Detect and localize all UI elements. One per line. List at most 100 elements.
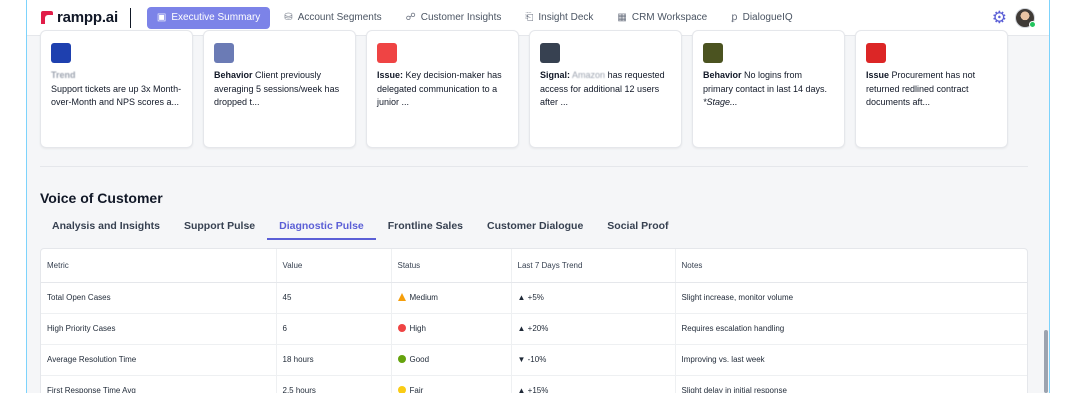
value-cell: 6 xyxy=(275,313,391,345)
status-label: Good xyxy=(409,355,430,364)
redacted-company-name: Amazon xyxy=(572,70,606,80)
table-row[interactable]: High Priority Cases 6 High ▲ +20% Requires e… xyxy=(41,313,1027,345)
card-prefix: Trend xyxy=(51,70,76,80)
section-divider xyxy=(40,166,1028,167)
metric-cell: Average Resolution Time xyxy=(41,344,276,376)
nav-item-dialogueiq[interactable]: ꝑ DialogueIQ xyxy=(721,7,802,29)
brand-name: rampp.ai xyxy=(57,9,118,26)
status-label: Fair xyxy=(409,386,424,393)
card-text: Issue: Key decision-maker has delegated … xyxy=(377,69,508,110)
card-prefix: Behavior xyxy=(703,70,742,80)
insight-card[interactable]: Trend Support tickets are up 3x Month-ove… xyxy=(40,30,193,148)
online-status-dot xyxy=(1029,20,1036,28)
notes-cell: Slight increase, monitor volume xyxy=(674,282,1027,314)
status-label: Medium xyxy=(409,293,438,302)
nav-item-label: CRM Workspace xyxy=(631,12,708,23)
value-cell: 2.5 hours xyxy=(275,375,391,393)
tab-customer-dialogue[interactable]: Customer Dialogue xyxy=(475,213,595,240)
column-header[interactable]: Notes xyxy=(674,249,1027,283)
notes-cell: Requires escalation handling xyxy=(674,313,1027,345)
trend-cell: ▲ +15% xyxy=(510,375,675,393)
metric-cell: High Priority Cases xyxy=(41,313,276,345)
column-header[interactable]: Value xyxy=(275,249,391,283)
value-cell: 45 xyxy=(275,282,391,314)
metric-cell: Total Open Cases xyxy=(41,282,276,314)
table-row[interactable]: Average Resolution Time 18 hours Good ▼ -10… xyxy=(41,344,1027,376)
insight-card[interactable]: Behavior Client previously averaging 5 s… xyxy=(203,30,356,148)
section-title: Voice of Customer xyxy=(40,190,163,206)
column-header[interactable]: Status xyxy=(390,249,511,283)
company-logo-icon xyxy=(377,43,397,63)
nav-item-label: Executive Summary xyxy=(171,12,261,23)
notes-cell: Slight delay in initial response xyxy=(674,375,1027,393)
status-cell: Fair xyxy=(390,375,511,393)
insight-card[interactable]: Signal: Amazon has requested access for … xyxy=(529,30,682,148)
nav-item-insight-deck[interactable]: ⎗ Insight Deck xyxy=(515,7,603,29)
table-row[interactable]: First Response Time Avg 2.5 hours Fair ▲ +1… xyxy=(41,375,1027,393)
warning-icon xyxy=(397,293,406,301)
metric-cell: First Response Time Avg xyxy=(41,375,276,393)
card-body: Support tickets are up 3x Month-over-Mon… xyxy=(51,83,182,108)
scrollbar-thumb[interactable] xyxy=(1044,330,1048,393)
notes-cell: Improving vs. last week xyxy=(674,344,1027,376)
avatar[interactable] xyxy=(1015,7,1036,28)
logo-mark-icon xyxy=(41,11,53,24)
red-dot-icon xyxy=(397,324,406,332)
customer-insights-icon: ☍ xyxy=(405,12,416,23)
status-cell: Good xyxy=(390,344,511,376)
status-cell: High xyxy=(390,313,511,345)
dialogueiq-icon: ꝑ xyxy=(731,12,738,23)
company-logo-icon xyxy=(866,43,886,63)
nav-item-customer-insights[interactable]: ☍ Customer Insights xyxy=(396,7,512,29)
yellow-dot-icon xyxy=(397,386,406,393)
trend-cell: ▲ +20% xyxy=(510,313,675,345)
status-label: High xyxy=(409,324,426,333)
nav-right: ⚙ xyxy=(992,7,1036,28)
company-logo-icon xyxy=(703,43,723,63)
tab-frontline-sales[interactable]: Frontline Sales xyxy=(376,213,475,240)
tab-support-pulse[interactable]: Support Pulse xyxy=(172,213,267,240)
nav-item-executive-summary[interactable]: ▣ Executive Summary xyxy=(146,6,271,29)
tab-social-proof[interactable]: Social Proof xyxy=(595,213,680,240)
table-row[interactable]: Total Open Cases 45 Medium ▲ +5% Slight incr… xyxy=(41,282,1027,314)
card-text: Behavior Client previously averaging 5 s… xyxy=(214,69,345,110)
card-prefix: Behavior xyxy=(214,70,253,80)
brand-logo[interactable]: rampp.ai xyxy=(41,9,118,26)
company-logo-icon xyxy=(51,43,71,63)
company-logo-icon xyxy=(540,43,560,63)
nav-item-label: Insight Deck xyxy=(538,12,594,23)
insight-card[interactable]: Behavior No logins from primary contact … xyxy=(692,30,845,148)
insight-deck-icon: ⎗ xyxy=(525,12,534,23)
gear-icon[interactable]: ⚙ xyxy=(992,8,1007,28)
diagnostic-table: Metric Value Status Last 7 Days Trend Notes … xyxy=(40,248,1028,393)
card-prefix: Issue xyxy=(866,70,890,80)
company-logo-icon xyxy=(214,43,234,63)
nav-item-account-segments[interactable]: ⛁ Account Segments xyxy=(274,7,391,29)
insight-card[interactable]: Issue Procurement has not returned redli… xyxy=(855,30,1008,148)
column-header[interactable]: Last 7 Days Trend xyxy=(510,249,675,283)
card-text: Signal: Amazon has requested access for … xyxy=(540,69,671,110)
nav-item-label: Account Segments xyxy=(297,12,382,23)
card-text: Behavior No logins from primary contact … xyxy=(703,69,834,110)
column-header[interactable]: Metric xyxy=(41,249,276,283)
insight-card[interactable]: Issue: Key decision-maker has delegated … xyxy=(366,30,519,148)
account-segments-icon: ⛁ xyxy=(284,12,293,23)
tab-analysis-and-insights[interactable]: Analysis and Insights xyxy=(40,213,172,240)
green-dot-icon xyxy=(397,355,406,363)
nav-item-label: DialogueIQ xyxy=(742,12,793,23)
card-prefix: Signal: xyxy=(540,70,571,80)
value-cell: 18 hours xyxy=(275,344,391,376)
app-window: rampp.ai ▣ Executive Summary ⛁ Account Segm… xyxy=(26,0,1050,393)
nav-separator xyxy=(129,7,131,28)
nav-item-label: Customer Insights xyxy=(420,12,502,23)
card-stage: *Stage... xyxy=(703,97,738,107)
nav-item-crm-workspace[interactable]: ▦ CRM Workspace xyxy=(607,7,717,29)
nav-items: ▣ Executive Summary ⛁ Account Segments ☍ Cust… xyxy=(146,6,803,29)
insight-cards: Trend Support tickets are up 3x Month-ove… xyxy=(40,30,1008,148)
tab-diagnostic-pulse[interactable]: Diagnostic Pulse xyxy=(267,213,376,240)
crm-workspace-icon: ▦ xyxy=(617,12,627,23)
executive-summary-icon: ▣ xyxy=(156,12,167,23)
status-cell: Medium xyxy=(390,282,511,314)
trend-cell: ▲ +5% xyxy=(510,282,675,314)
card-text: Trend Support tickets are up 3x Month-ove… xyxy=(51,69,182,110)
